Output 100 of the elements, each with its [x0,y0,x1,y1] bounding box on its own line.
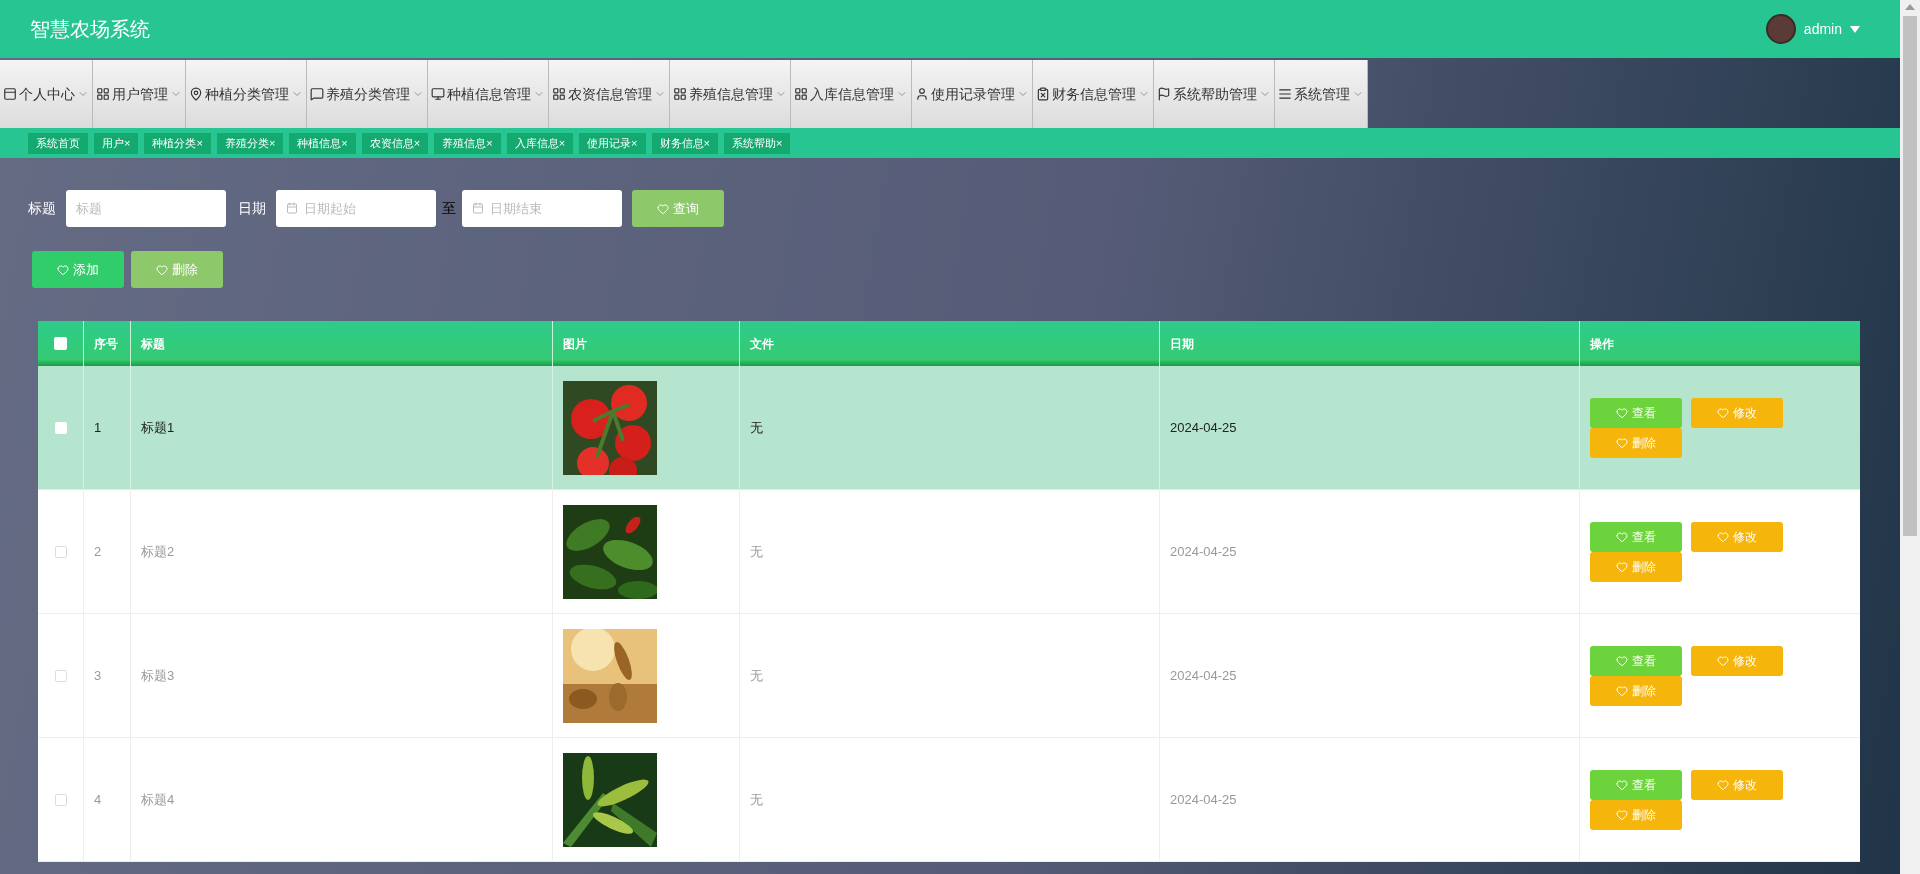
heart-icon [1616,406,1628,419]
view-button[interactable]: 查看 [1590,521,1682,552]
page-tag[interactable]: 种植信息× [289,132,356,154]
delete-button[interactable]: 删除 [1590,799,1682,830]
panel-icon [3,87,17,101]
calendar-icon [286,202,298,214]
start-date-field[interactable]: 日期起始 [276,190,436,227]
edit-button[interactable]: 修改 [1691,521,1783,552]
page-tag[interactable]: 种植分类× [144,132,211,154]
grid-icon [673,87,687,101]
caret-icon[interactable] [1850,25,1860,33]
query-button[interactable]: 查询 [632,190,724,227]
end-date-field[interactable]: 日期结束 [462,190,622,227]
table-cell-text: 标题1 [141,418,175,437]
pin-icon [189,87,203,101]
nav-menu-item[interactable]: 系统帮助管理 [1154,60,1275,128]
heart-icon [1616,530,1628,543]
heart-icon [1616,684,1628,697]
nav-menu-item[interactable]: 种植信息管理 [428,60,549,128]
page-tag[interactable]: 系统首页 [28,132,88,154]
heart-icon [57,263,69,276]
nav-menu-item[interactable]: 养殖分类管理 [307,60,428,128]
heart-icon [657,202,669,215]
app-title: 智慧农场系统 [30,17,150,42]
scrollbar[interactable] [1900,0,1920,874]
delete-button[interactable]: 删除 [1590,427,1682,458]
view-button[interactable]: 查看 [1590,397,1682,428]
column-header: 操作 [1590,335,1614,353]
heart-icon [1717,406,1729,419]
edit-button[interactable]: 修改 [1691,397,1783,428]
heart-icon [1616,560,1628,573]
column-header: 标题 [141,335,165,353]
column-header: 文件 [750,335,774,353]
title-label: 标题 [28,199,56,218]
table-row[interactable]: 3 标题3 无 2024-04-25 查看 修改 删除 [38,614,1860,738]
row-checkbox[interactable] [54,669,67,682]
nav-menu-item[interactable]: 入库信息管理 [791,60,912,128]
table-cell-text: 4 [94,790,102,809]
delete-button[interactable]: 删除 [131,251,223,288]
avatar[interactable] [1765,14,1796,44]
delete-button[interactable]: 删除 [1590,551,1682,582]
page-tag[interactable]: 使用记录× [579,132,646,154]
column-header: 日期 [1170,335,1194,353]
table-cell-text: 无 [750,790,763,809]
menu-icon [1278,87,1292,101]
heart-icon [156,263,168,276]
view-button[interactable]: 查看 [1590,645,1682,676]
nav-menu-item[interactable]: 使用记录管理 [912,60,1033,128]
nav-menu-item[interactable]: 养殖信息管理 [670,60,791,128]
nav-menu-item[interactable]: 财务信息管理 [1033,60,1154,128]
grid-icon [794,87,808,101]
table-cell-text: 标题3 [141,666,175,685]
page-tag[interactable]: 入库信息× [506,132,574,154]
grid-icon [552,87,566,101]
select-all-checkbox[interactable] [54,337,67,350]
table-cell-text: 3 [94,666,102,685]
user-icon [915,87,929,101]
heart-icon [1616,808,1628,821]
nav-menu-item[interactable]: 农资信息管理 [549,60,670,128]
clipboard-icon [1036,87,1050,101]
edit-button[interactable]: 修改 [1691,645,1783,676]
chat-icon [310,87,324,101]
page-tag[interactable]: 财务信息× [651,132,718,154]
heart-icon [1717,530,1729,543]
flag-icon [1157,87,1171,101]
row-checkbox[interactable] [54,793,67,806]
view-button[interactable]: 查看 [1590,769,1682,800]
table-row[interactable]: 1 标题1 无 2024-04-25 查看 修改 删除 [38,366,1860,490]
user-name[interactable]: admin [1803,18,1842,40]
table-cell-text: 无 [750,666,763,685]
column-header: 图片 [563,335,587,353]
table-cell-text: 2 [94,542,102,561]
heart-icon [1616,436,1628,449]
add-button[interactable]: 添加 [32,251,124,288]
table-row[interactable]: 2 标题2 无 2024-04-25 查看 修改 删除 [38,490,1860,614]
table-cell-text: 2024-04-25 [1170,790,1237,809]
page-tag[interactable]: 用户× [94,132,139,154]
row-checkbox[interactable] [54,545,67,558]
row-checkbox[interactable] [54,421,67,434]
table-cell-text: 标题4 [141,790,175,809]
table-row[interactable]: 4 标题4 无 2024-04-25 查看 修改 删除 [38,738,1860,862]
calendar-icon [472,202,484,214]
page-tag[interactable]: 系统帮助× [723,132,791,154]
nav-menu-item[interactable]: 种植分类管理 [186,60,307,128]
table-cell-text: 2024-04-25 [1170,418,1237,437]
table-cell-text: 无 [750,542,763,561]
page-tag[interactable]: 农资信息× [361,132,429,154]
edit-button[interactable]: 修改 [1691,769,1783,800]
title-field[interactable]: 标题 [66,190,226,227]
monitor-icon [431,87,445,101]
nav-menu-item[interactable]: 个人中心 [0,60,93,128]
to-label: 至 [442,199,456,218]
page-tag[interactable]: 养殖信息× [434,132,501,154]
grid-icon [96,87,110,101]
delete-button[interactable]: 删除 [1590,675,1682,706]
page-tag[interactable]: 养殖分类× [216,132,284,154]
column-header: 序号 [94,335,118,353]
scrollbar-thumb[interactable] [1903,16,1917,536]
nav-menu-item[interactable]: 用户管理 [93,60,186,128]
nav-menu-item[interactable]: 系统管理 [1275,60,1368,128]
